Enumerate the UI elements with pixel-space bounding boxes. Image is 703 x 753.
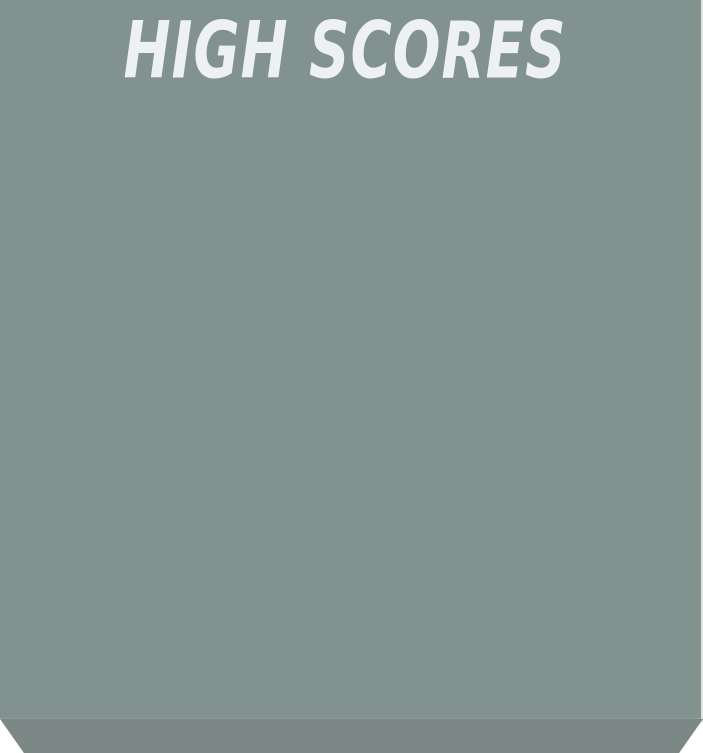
high-scores-panel: HIGH SCORES — [0, 0, 703, 753]
panel-base — [0, 719, 703, 753]
score-list — [40, 130, 660, 690]
high-scores-title: HIGH SCORES — [123, 6, 567, 98]
panel-base-seam — [0, 718, 701, 719]
